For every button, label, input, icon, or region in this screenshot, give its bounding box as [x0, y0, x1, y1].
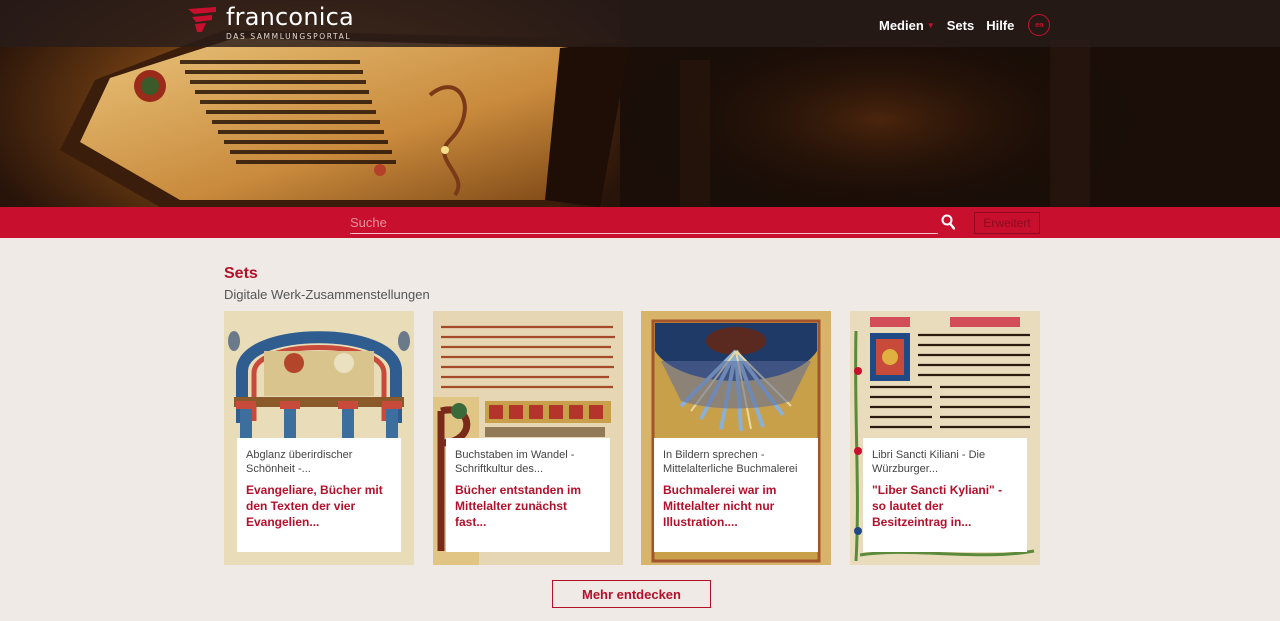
set-card[interactable]: Libri Sancti Kiliani - Die Würzburger...… [850, 311, 1040, 565]
set-card-caption: Buchstaben im Wandel - Schriftkultur des… [446, 438, 610, 552]
sets-heading: Sets [224, 265, 258, 282]
set-card[interactable]: Buchstaben im Wandel - Schriftkultur des… [433, 311, 623, 565]
search-input[interactable] [350, 212, 938, 232]
brand-tagline: DAS SAMMLUNGSPORTAL [226, 32, 352, 41]
nav-item-medien[interactable]: Medien ▼ [879, 18, 935, 33]
nav-item-sets[interactable]: Sets [947, 18, 974, 33]
language-switch-button[interactable]: en [1028, 14, 1051, 36]
brand-logo[interactable]: franconica DAS SAMMLUNGSPORTAL [186, 5, 354, 41]
set-card[interactable]: Abglanz überirdischer Schönheit -... Eva… [224, 311, 414, 565]
search-icon[interactable] [941, 214, 955, 230]
set-card-series: Buchstaben im Wandel - Schriftkultur des… [455, 449, 575, 475]
brand-name: franconica [226, 3, 354, 31]
top-navigation-bar: franconica DAS SAMMLUNGSPORTAL Medien ▼ … [0, 0, 1280, 47]
set-card-series: Libri Sancti Kiliani - Die Würzburger... [872, 449, 986, 475]
set-card[interactable]: In Bildern sprechen - Mittelalterliche B… [641, 311, 831, 565]
set-card-title[interactable]: Bücher entstanden im Mittelalter zunächs… [455, 482, 601, 530]
set-card-caption: Libri Sancti Kiliani - Die Würzburger...… [863, 438, 1027, 552]
set-card-caption: In Bildern sprechen - Mittelalterliche B… [654, 438, 818, 552]
more-discover-button[interactable]: Mehr entdecken [552, 580, 711, 608]
set-card-title[interactable]: "Liber Sancti Kyliani" - so lautet der B… [872, 482, 1018, 530]
set-card-title[interactable]: Evangeliare, Bücher mit den Texten der v… [246, 482, 392, 530]
nav-item-hilfe[interactable]: Hilfe [986, 18, 1014, 33]
set-card-caption: Abglanz überirdischer Schönheit -... Eva… [237, 438, 401, 552]
franconica-logo-icon [188, 7, 216, 32]
main-nav: Medien ▼ Sets Hilfe en [879, 14, 1051, 36]
set-card-series: In Bildern sprechen - Mittelalterliche B… [663, 449, 798, 475]
sets-subtitle: Digitale Werk-Zusammenstellungen [224, 287, 430, 302]
advanced-search-button[interactable]: Erweitert [974, 212, 1040, 234]
set-card-title[interactable]: Buchmalerei war im Mittelalter nicht nur… [663, 482, 809, 530]
chevron-down-icon: ▼ [926, 20, 935, 30]
hero-banner: franconica DAS SAMMLUNGSPORTAL Medien ▼ … [0, 0, 1280, 207]
search-field-wrapper [350, 212, 938, 234]
set-card-series: Abglanz überirdischer Schönheit -... [246, 449, 353, 475]
